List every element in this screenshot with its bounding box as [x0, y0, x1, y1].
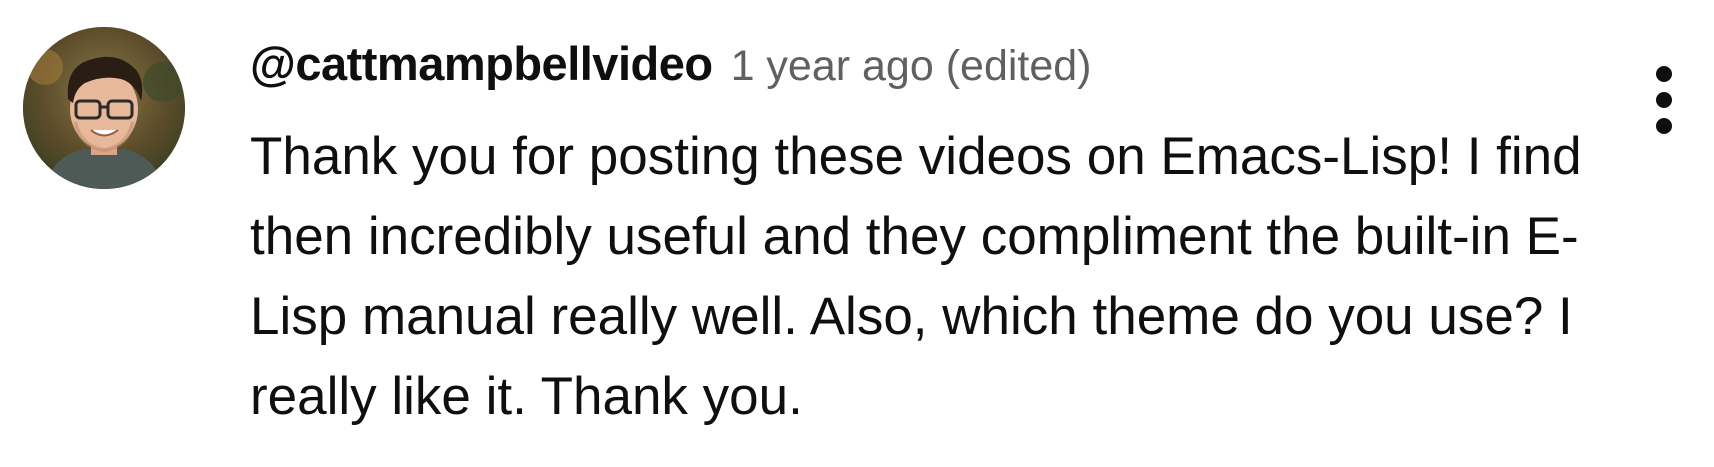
- comment-timestamp[interactable]: 1 year ago (edited): [731, 42, 1092, 91]
- comment-header: @cattmampbellvideo 1 year ago (edited): [250, 36, 1092, 96]
- comment-author[interactable]: @cattmampbellvideo: [250, 36, 713, 91]
- more-options-button[interactable]: [1640, 66, 1692, 150]
- comment-text: Thank you for posting these videos on Em…: [250, 127, 1582, 426]
- comment-thread: @cattmampbellvideo 1 year ago (edited) T…: [0, 0, 1714, 467]
- avatar-image: [23, 27, 185, 189]
- avatar[interactable]: [23, 27, 185, 189]
